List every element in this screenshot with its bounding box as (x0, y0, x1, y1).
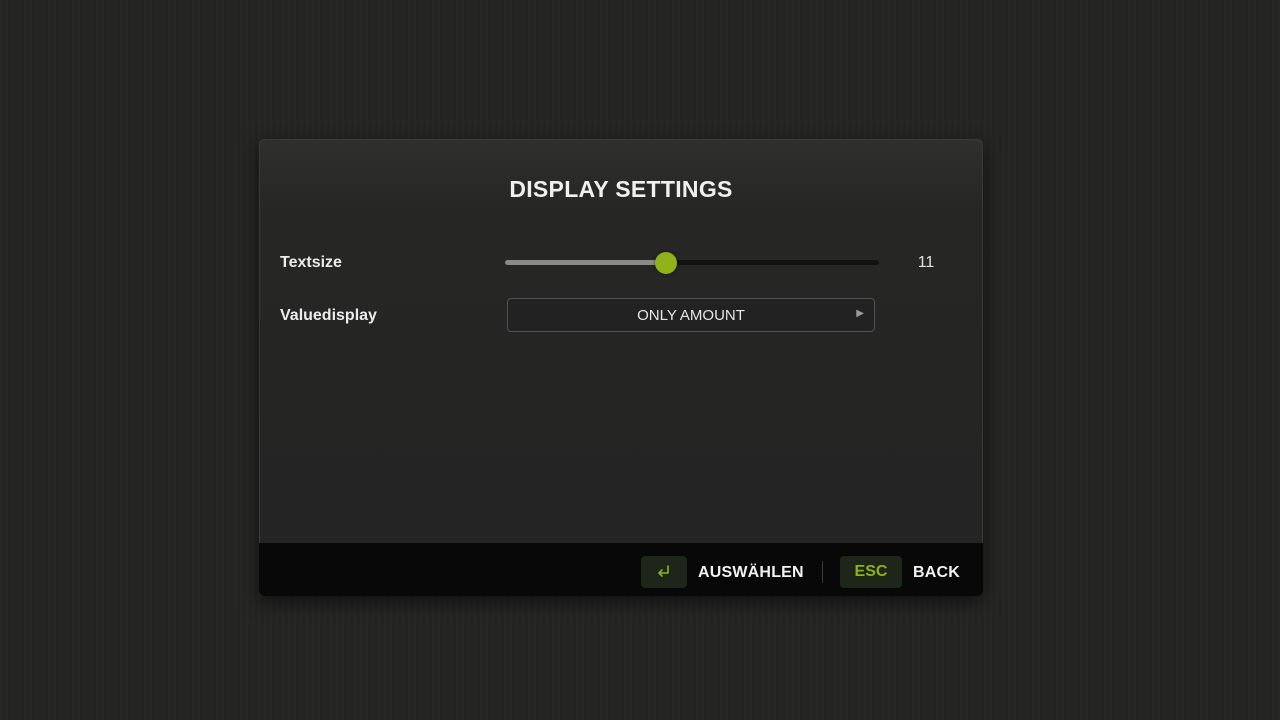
triangle-right-icon[interactable]: ▶ (856, 308, 864, 319)
settings-panel: DISPLAY SETTINGS Textsize 11 Valuedispla… (259, 139, 983, 544)
slider-thumb[interactable] (655, 252, 677, 274)
footer-bar: AUSWÄHLEN ESC BACK (259, 543, 983, 596)
back-action-label[interactable]: BACK (913, 564, 960, 582)
textsize-slider[interactable] (505, 252, 879, 274)
footer-divider (822, 561, 823, 583)
esc-key-badge[interactable]: ESC (840, 556, 902, 588)
enter-key-badge[interactable] (641, 556, 687, 588)
dialog-title: DISPLAY SETTINGS (509, 176, 733, 202)
valuedisplay-value: ONLY AMOUNT (637, 307, 745, 324)
slider-fill (505, 260, 666, 265)
enter-key-icon (658, 565, 669, 577)
display-settings-dialog: DISPLAY SETTINGS Textsize 11 Valuedispla… (259, 139, 983, 596)
select-action-label[interactable]: AUSWÄHLEN (698, 564, 804, 582)
textsize-label: Textsize (280, 254, 342, 271)
textsize-value: 11 (917, 254, 935, 271)
valuedisplay-label: Valuedisplay (280, 307, 377, 324)
valuedisplay-selector[interactable]: ONLY AMOUNT ▶ (507, 298, 875, 332)
